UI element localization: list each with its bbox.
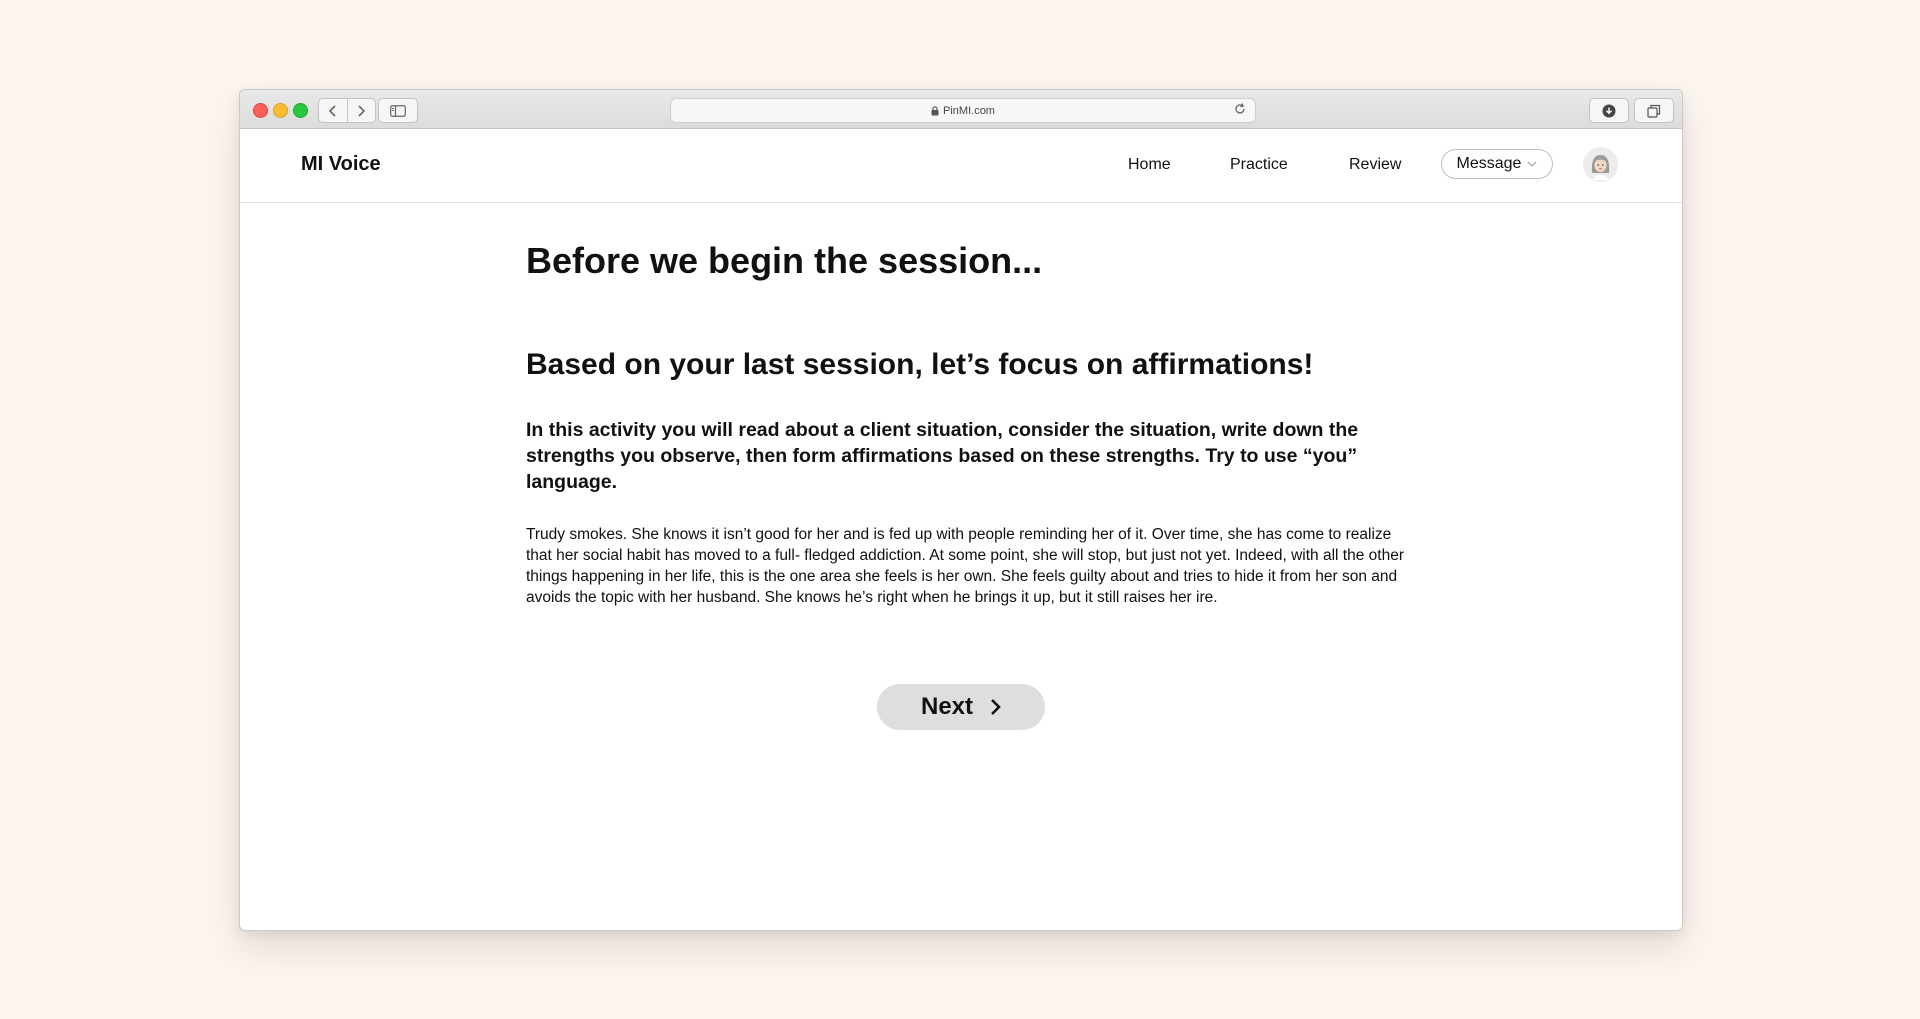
app-brand[interactable]: MI Voice	[301, 153, 381, 176]
message-dropdown[interactable]: Message	[1441, 149, 1553, 179]
browser-nav-group	[318, 98, 376, 123]
close-window-button[interactable]	[253, 103, 268, 118]
address-bar[interactable]: PinMI.com	[670, 98, 1256, 123]
tab-overview-button[interactable]	[1634, 98, 1674, 123]
nav-practice[interactable]: Practice	[1230, 156, 1288, 174]
chevron-right-icon	[989, 698, 1001, 716]
page-title: Before we begin the session...	[526, 240, 1043, 281]
tabs-icon	[1647, 104, 1661, 118]
next-label: Next	[920, 693, 974, 720]
lock-icon	[931, 105, 939, 115]
app-header: MI Voice Home Practice Review Message	[240, 129, 1682, 203]
minimize-window-button[interactable]	[273, 103, 288, 118]
reload-icon[interactable]	[1233, 102, 1247, 116]
user-avatar[interactable]	[1583, 147, 1618, 182]
sidebar-toggle-button[interactable]	[378, 98, 418, 123]
downloads-button[interactable]	[1589, 98, 1629, 123]
url-text: PinMI.com	[943, 104, 995, 117]
browser-window: PinMI.com MI Voice Home Practice Review …	[239, 89, 1683, 931]
next-button[interactable]: Next	[877, 684, 1045, 730]
nav-home[interactable]: Home	[1128, 156, 1171, 174]
chevron-right-icon	[358, 104, 366, 117]
message-label: Message	[1456, 155, 1522, 172]
download-icon	[1602, 104, 1616, 117]
forward-button[interactable]	[346, 99, 376, 122]
focus-heading: Based on your last session, let’s focus …	[526, 348, 1314, 381]
browser-titlebar: PinMI.com	[240, 90, 1682, 129]
chevron-left-icon	[328, 104, 336, 117]
activity-instructions: In this activity you will read about a c…	[526, 419, 1359, 493]
nav-review[interactable]: Review	[1349, 156, 1401, 174]
maximize-window-button[interactable]	[293, 103, 308, 118]
user-avatar-icon	[1583, 147, 1618, 182]
sidebar-icon	[390, 104, 406, 117]
back-button[interactable]	[319, 99, 347, 122]
client-scenario: Trudy smokes. She knows it isn’t good fo…	[526, 526, 1404, 606]
chevron-down-icon	[1527, 161, 1537, 167]
